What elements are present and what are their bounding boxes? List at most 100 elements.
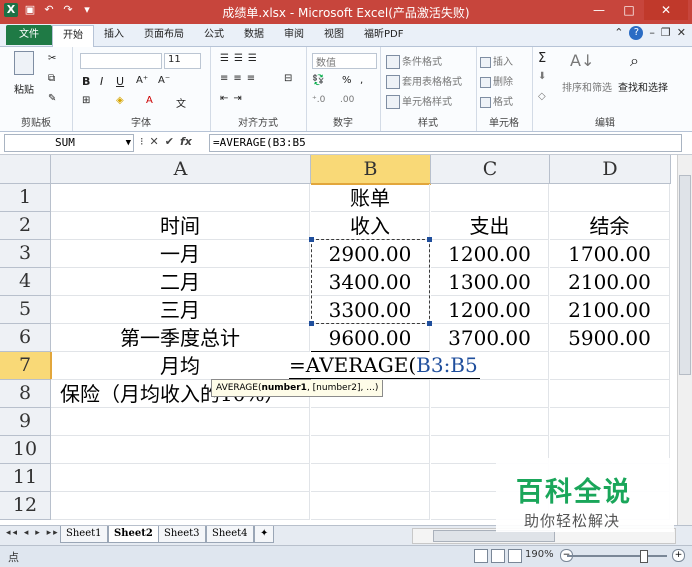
cell-b9[interactable] xyxy=(311,408,430,436)
row-header-9[interactable]: 9 xyxy=(0,408,51,436)
find-select-label[interactable]: 查找和选择 xyxy=(618,79,668,94)
cell-d1[interactable] xyxy=(550,184,670,212)
cancel-icon[interactable]: ✕ xyxy=(150,135,159,148)
cell-b1[interactable]: 账单 xyxy=(311,184,430,212)
horizontal-align-icons[interactable]: ≡≡≡ xyxy=(220,73,260,84)
cell-a7[interactable]: 月均 xyxy=(51,352,310,380)
select-all-corner[interactable] xyxy=(0,155,51,184)
cell-c4[interactable]: 1300.00 xyxy=(431,268,549,296)
name-box-dropdown-icon[interactable]: ▼ xyxy=(126,135,131,151)
ribbon-collapse-icon[interactable]: ⌃ xyxy=(614,26,623,40)
underline-button[interactable]: U xyxy=(116,75,124,88)
cell-a4[interactable]: 二月 xyxy=(51,268,310,296)
delete-cells-button[interactable]: 删除 xyxy=(480,73,513,88)
tab-page-layout[interactable]: 页面布局 xyxy=(134,25,194,45)
shrink-font-icon[interactable]: A⁻ xyxy=(158,75,170,86)
grow-font-icon[interactable]: A⁺ xyxy=(136,75,148,86)
table-format-button[interactable]: 套用表格格式 xyxy=(386,73,462,89)
copy-icon[interactable]: ⧉ xyxy=(48,73,55,84)
sort-filter-label[interactable]: 排序和筛选 xyxy=(562,79,612,94)
row-header-2[interactable]: 2 xyxy=(0,212,51,240)
range-handle[interactable] xyxy=(309,237,314,242)
cell-edit-text[interactable]: =AVERAGE(B3:B5 xyxy=(289,352,480,379)
cell-a1[interactable] xyxy=(51,184,310,212)
workbook-close-icon[interactable]: ✕ xyxy=(677,26,686,40)
row-header-1[interactable]: 1 xyxy=(0,184,51,212)
column-header-a[interactable]: A xyxy=(51,155,311,184)
cell-d6[interactable]: 5900.00 xyxy=(550,324,670,352)
font-color-icon[interactable]: A xyxy=(146,95,153,106)
sheet-tab-3[interactable]: Sheet3 xyxy=(158,526,206,543)
tab-insert[interactable]: 插入 xyxy=(94,25,134,45)
tab-home[interactable]: 开始 xyxy=(52,25,94,47)
row-header-11[interactable]: 11 xyxy=(0,464,51,492)
phonetic-icon[interactable]: 文 xyxy=(176,95,186,110)
format-painter-icon[interactable]: ✎ xyxy=(48,93,56,104)
tab-review[interactable]: 审阅 xyxy=(274,25,314,45)
close-button[interactable]: ✕ xyxy=(644,0,688,20)
cell-c8[interactable] xyxy=(431,380,549,408)
currency-icon[interactable]: 💱 xyxy=(312,75,324,86)
normal-view-icon[interactable] xyxy=(474,549,488,563)
font-name-select[interactable] xyxy=(80,53,162,69)
new-sheet-icon[interactable]: ✦ xyxy=(254,526,275,543)
help-icon[interactable]: ? xyxy=(629,26,644,40)
page-layout-view-icon[interactable] xyxy=(491,549,505,563)
bold-button[interactable]: B xyxy=(82,75,90,88)
cell-c9[interactable] xyxy=(431,408,549,436)
fill-icon[interactable]: ⬇ xyxy=(538,71,546,82)
cell-d4[interactable]: 2100.00 xyxy=(550,268,670,296)
insert-function-icon[interactable]: fx xyxy=(180,135,192,148)
cell-c2[interactable]: 支出 xyxy=(431,212,549,240)
cell-b12[interactable] xyxy=(311,492,430,520)
vertical-scrollbar[interactable] xyxy=(677,155,692,525)
vertical-align-icons[interactable]: ☰☰☰ xyxy=(220,53,262,64)
formula-menu-icon[interactable]: ⁝ xyxy=(140,135,144,148)
cell-c5[interactable]: 1200.00 xyxy=(431,296,549,324)
row-header-6[interactable]: 6 xyxy=(0,324,51,352)
name-box[interactable]: SUM ▼ xyxy=(4,134,134,152)
column-header-b[interactable]: B xyxy=(311,155,431,185)
column-header-d[interactable]: D xyxy=(550,155,671,184)
percent-button[interactable]: % xyxy=(342,75,352,86)
cell-a11[interactable] xyxy=(51,464,310,492)
borders-icon[interactable]: ⊞ xyxy=(82,95,90,106)
workbook-minimize-icon[interactable]: – xyxy=(649,26,655,40)
tab-foxit-pdf[interactable]: 福昕PDF xyxy=(354,25,413,45)
tab-formulas[interactable]: 公式 xyxy=(194,25,234,45)
conditional-format-button[interactable]: 条件格式 xyxy=(386,53,442,69)
column-header-c[interactable]: C xyxy=(431,155,550,184)
vertical-scroll-thumb[interactable] xyxy=(679,175,691,375)
cell-d9[interactable] xyxy=(550,408,670,436)
increase-decimal-icon[interactable]: ⁺.0 xyxy=(312,95,325,105)
italic-button[interactable]: I xyxy=(100,75,103,88)
row-header-4[interactable]: 4 xyxy=(0,268,51,296)
range-handle[interactable] xyxy=(427,321,432,326)
sheet-tab-2[interactable]: Sheet2 xyxy=(108,526,159,543)
cell-b7[interactable]: =AVERAGE(B3:B5 xyxy=(289,352,480,380)
zoom-slider[interactable] xyxy=(567,555,667,557)
minimize-button[interactable]: — xyxy=(584,0,614,20)
row-header-5[interactable]: 5 xyxy=(0,296,51,324)
cell-b11[interactable] xyxy=(311,464,430,492)
cell-a10[interactable] xyxy=(51,436,310,464)
row-header-10[interactable]: 10 xyxy=(0,436,51,464)
cell-c6[interactable]: 3700.00 xyxy=(431,324,549,352)
zoom-in-icon[interactable]: + xyxy=(672,549,685,562)
format-cells-button[interactable]: 格式 xyxy=(480,93,513,108)
row-header-8[interactable]: 8 xyxy=(0,380,51,408)
cell-a2[interactable]: 时间 xyxy=(51,212,310,240)
sheet-tab-1[interactable]: Sheet1 xyxy=(60,526,108,543)
comma-button[interactable]: , xyxy=(360,75,363,86)
decrease-decimal-icon[interactable]: .00 xyxy=(340,95,354,105)
tab-file[interactable]: 文件 xyxy=(6,25,52,45)
range-handle[interactable] xyxy=(427,237,432,242)
cell-styles-button[interactable]: 单元格样式 xyxy=(386,93,452,109)
clear-icon[interactable]: ◇ xyxy=(538,91,546,102)
row-header-7[interactable]: 7 xyxy=(0,352,52,380)
row-header-3[interactable]: 3 xyxy=(0,240,51,268)
sheet-nav-arrows[interactable]: ◂◂ ◂ ▸ ▸▸ xyxy=(6,528,60,538)
cell-a6[interactable]: 第一季度总计 xyxy=(51,324,310,352)
cell-d2[interactable]: 结余 xyxy=(550,212,670,240)
cell-a5[interactable]: 三月 xyxy=(51,296,310,324)
